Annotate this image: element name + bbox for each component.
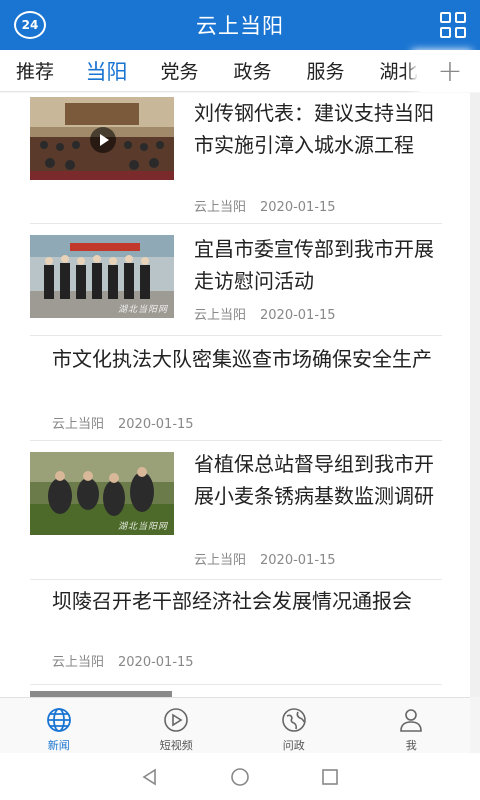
news-title: 市文化执法大队密集巡查市场确保安全生产	[52, 347, 432, 371]
home-icon[interactable]	[230, 767, 250, 787]
news-source: 云上当阳	[52, 417, 105, 432]
news-meta: 云上当阳 2020-01-15	[52, 413, 194, 432]
nav-news-label: 新闻	[47, 739, 70, 752]
news-date: 2020-01-15	[260, 200, 336, 215]
news-title: 省植保总站督导组到我市开展小麦条锈病基数监测调研	[194, 452, 434, 508]
news-title: 刘传钢代表：建议支持当阳市实施引漳入城水源工程	[194, 101, 434, 157]
user-icon	[398, 707, 424, 733]
add-channel-button[interactable]: +	[420, 50, 480, 92]
news-meta: 云上当阳 2020-01-15	[194, 549, 336, 568]
nav-short-video-label: 短视频	[159, 739, 193, 752]
image-watermark: 湖北当阳网	[117, 305, 168, 315]
news-meta: 云上当阳 2020-01-15	[194, 304, 336, 323]
nav-news[interactable]: 新闻	[0, 698, 118, 753]
news-item[interactable]: 湖北当阳网 宜昌市委宣传部到我市开展走访慰问活动 云上当阳 2020-01-15	[30, 225, 442, 336]
app-title: 云上当阳	[196, 14, 284, 38]
image-watermark: 湖北当阳网	[117, 522, 168, 532]
news-item[interactable]: 湖北当阳网 省植保总站督导组到我市开展小麦条锈病基数监测调研 云上当阳 2020-…	[30, 442, 442, 580]
nav-inquiry[interactable]: 问政	[235, 698, 353, 753]
recents-icon[interactable]	[320, 767, 340, 787]
earth-icon	[281, 707, 307, 733]
badge-label: 24	[21, 18, 39, 32]
system-nav-bar	[0, 753, 480, 800]
app-root: 24 云上当阳 推荐 当阳 党务 政务 服务 湖北 + 刘传钢代表：建议支持当阳…	[0, 0, 480, 800]
news-thumbnail: 湖北当阳网	[30, 452, 174, 535]
tab-recommend[interactable]: 推荐	[0, 57, 70, 84]
news-meta: 云上当阳 2020-01-15	[194, 196, 336, 215]
news-source: 云上当阳	[194, 553, 247, 568]
app-header: 24 云上当阳	[0, 0, 480, 50]
news-date: 2020-01-15	[118, 417, 194, 432]
news-feed[interactable]: 刘传钢代表：建议支持当阳市实施引漳入城水源工程 云上当阳 2020-01-15	[0, 93, 470, 697]
news-source: 云上当阳	[52, 655, 105, 670]
play-circle-icon	[163, 707, 189, 733]
news-title: 宜昌市委宣传部到我市开展走访慰问活动	[194, 237, 434, 293]
news-item[interactable]: 坝陵召开老干部经济社会发展情况通报会 云上当阳 2020-01-15	[30, 581, 442, 685]
news-source: 云上当阳	[194, 200, 247, 215]
news-thumbnail	[30, 97, 174, 180]
globe-icon	[46, 707, 72, 733]
scrollbar[interactable]	[470, 93, 480, 697]
news-item[interactable]: 市文化执法大队密集巡查市场确保安全生产 云上当阳 2020-01-15	[30, 337, 442, 441]
tab-government[interactable]: 政务	[216, 57, 289, 84]
tab-dangyang[interactable]: 当阳	[70, 56, 143, 86]
nav-inquiry-label: 问政	[282, 739, 305, 752]
tab-service[interactable]: 服务	[289, 57, 362, 84]
tab-party[interactable]: 党务	[143, 57, 216, 84]
nav-me-label: 我	[405, 739, 417, 752]
news-thumbnail: 湖北当阳网	[30, 235, 174, 318]
news-title: 坝陵召开老干部经济社会发展情况通报会	[52, 589, 412, 613]
badge-24-icon[interactable]: 24	[14, 11, 46, 39]
back-icon[interactable]	[140, 767, 160, 787]
news-item[interactable]: 刘传钢代表：建议支持当阳市实施引漳入城水源工程 云上当阳 2020-01-15	[30, 93, 442, 224]
channel-tabs: 推荐 当阳 党务 政务 服务 湖北 +	[0, 50, 480, 92]
bottom-navigation: 新闻 短视频 问政 我	[0, 697, 470, 753]
nav-short-video[interactable]: 短视频	[118, 698, 236, 753]
news-date: 2020-01-15	[260, 308, 336, 323]
news-meta: 云上当阳 2020-01-15	[52, 651, 194, 670]
news-date: 2020-01-15	[118, 655, 194, 670]
nav-me[interactable]: 我	[353, 698, 471, 753]
news-source: 云上当阳	[194, 308, 247, 323]
news-date: 2020-01-15	[260, 553, 336, 568]
play-icon	[90, 127, 116, 153]
grid-icon[interactable]	[440, 12, 466, 38]
